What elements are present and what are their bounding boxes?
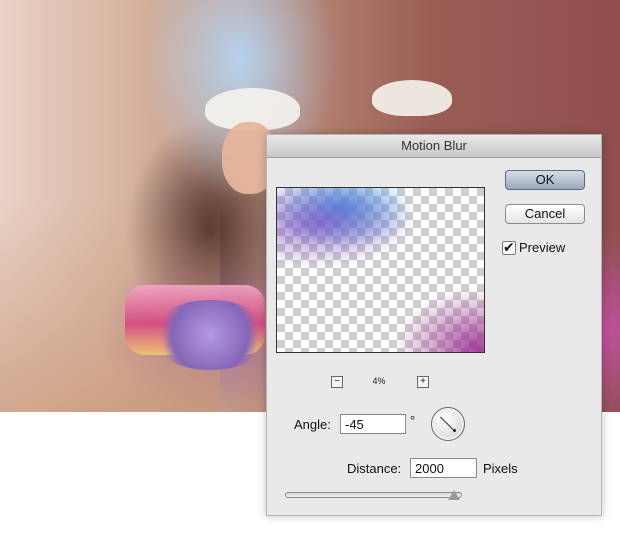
preview-checkbox[interactable]: ✔ <box>502 239 516 255</box>
angle-input[interactable]: -45 <box>340 414 406 434</box>
photo-flowers <box>150 300 270 370</box>
dialog-title: Motion Blur <box>267 135 601 158</box>
distance-label: Distance: <box>347 461 402 476</box>
distance-slider-track[interactable] <box>285 492 462 498</box>
angle-dial-icon[interactable] <box>431 407 465 441</box>
angle-hub <box>453 429 456 432</box>
angle-label: Angle: <box>294 417 331 432</box>
motion-blur-dialog: Motion Blur − 4% + OK Cancel ✔ Preview A… <box>266 134 602 516</box>
degree-unit: ° <box>410 413 416 428</box>
distance-input[interactable]: 2000 <box>410 458 477 478</box>
distance-unit: Pixels <box>483 461 518 476</box>
filter-preview[interactable] <box>276 187 485 353</box>
zoom-level: 4% <box>372 376 386 386</box>
distance-slider-thumb[interactable] <box>448 490 460 500</box>
ok-button[interactable]: OK <box>505 170 585 190</box>
cancel-button[interactable]: Cancel <box>505 204 585 224</box>
zoom-out-button[interactable]: − <box>331 376 343 388</box>
photo-hat-man <box>372 80 452 116</box>
check-icon: ✔ <box>503 239 515 255</box>
zoom-in-button[interactable]: + <box>417 376 429 388</box>
distance-slider[interactable] <box>285 488 462 504</box>
preview-label: Preview <box>519 240 566 255</box>
zoom-controls: − 4% + <box>331 376 431 390</box>
